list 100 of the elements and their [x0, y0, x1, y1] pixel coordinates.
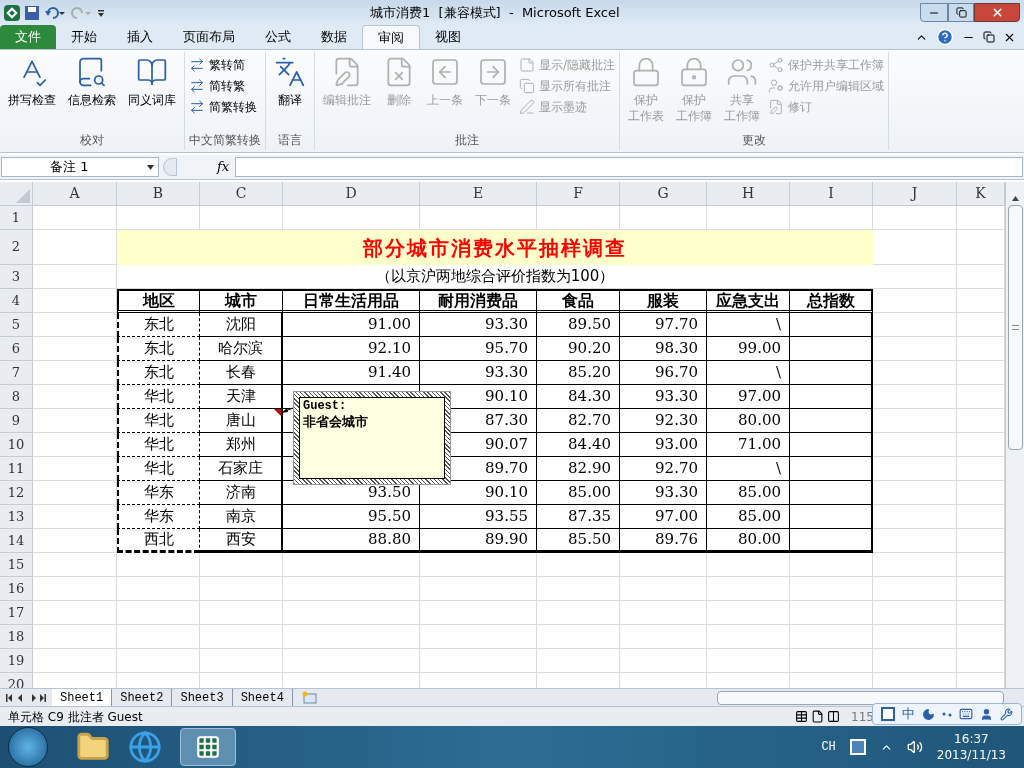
table-cell[interactable]: 石家庄	[200, 457, 283, 481]
table-cell[interactable]: 99.00	[707, 337, 790, 361]
minimize-button[interactable]	[920, 3, 948, 22]
formula-splitter-icon[interactable]	[163, 158, 177, 176]
table-cell[interactable]	[790, 481, 873, 505]
table-cell[interactable]: 92.70	[620, 457, 707, 481]
table-cell[interactable]	[790, 433, 873, 457]
ribbon-button[interactable]: 简转繁	[189, 77, 257, 95]
row-header[interactable]: 13	[0, 505, 33, 529]
row-header[interactable]: 8	[0, 385, 33, 409]
row-header[interactable]: 9	[0, 409, 33, 433]
table-cell[interactable]: 85.00	[707, 505, 790, 529]
table-cell[interactable]: 长春	[200, 361, 283, 385]
ribbon-tab[interactable]: 页面布局	[168, 25, 250, 49]
row-header[interactable]: 3	[0, 265, 33, 289]
table-cell[interactable]: 88.80	[283, 529, 420, 553]
table-cell[interactable]: 93.00	[620, 433, 707, 457]
row-header[interactable]: 1	[0, 206, 33, 230]
table-cell[interactable]: 82.90	[537, 457, 620, 481]
sheet-nav-icon[interactable]	[6, 693, 46, 702]
close-button[interactable]	[974, 3, 1020, 22]
column-header[interactable]: D	[283, 182, 420, 206]
table-cell[interactable]: 南京	[200, 505, 283, 529]
table-cell[interactable]: 华北	[117, 409, 200, 433]
table-cell[interactable]: 东北	[117, 361, 200, 385]
keyboard-icon[interactable]	[959, 707, 974, 721]
ribbon-tab[interactable]: 数据	[306, 25, 362, 49]
table-cell[interactable]: 85.20	[537, 361, 620, 385]
table-cell[interactable]: 唐山	[200, 409, 283, 433]
table-cell[interactable]: 89.90	[420, 529, 537, 553]
ribbon-button[interactable]: 信息检索	[64, 56, 120, 130]
table-cell[interactable]: \	[707, 313, 790, 337]
table-cell[interactable]: 东北	[117, 313, 200, 337]
vertical-scrollbar-thumb[interactable]	[1007, 205, 1023, 450]
ime-mode[interactable]: 中	[901, 704, 915, 724]
row-header[interactable]: 16	[0, 577, 33, 601]
table-cell[interactable]: 96.70	[620, 361, 707, 385]
normal-view-icon[interactable]	[795, 710, 809, 723]
table-cell[interactable]: 93.30	[420, 361, 537, 385]
table-cell[interactable]	[790, 313, 873, 337]
table-cell[interactable]: \	[707, 457, 790, 481]
table-cell[interactable]: 82.70	[537, 409, 620, 433]
table-cell[interactable]: 93.30	[420, 313, 537, 337]
table-cell[interactable]: 哈尔滨	[200, 337, 283, 361]
table-cell[interactable]	[790, 457, 873, 481]
wrench-icon[interactable]	[1000, 707, 1014, 721]
table-cell[interactable]: 91.40	[283, 361, 420, 385]
table-cell[interactable]: \	[707, 361, 790, 385]
table-cell[interactable]: 90.20	[537, 337, 620, 361]
table-cell[interactable]: 85.50	[537, 529, 620, 553]
table-cell[interactable]: 87.35	[537, 505, 620, 529]
row-header[interactable]: 5	[0, 313, 33, 337]
name-box[interactable]: 备注 1	[1, 157, 159, 177]
ribbon-button[interactable]: 简繁转换	[189, 98, 257, 116]
page-layout-icon[interactable]	[811, 710, 825, 723]
table-cell[interactable]: 西安	[200, 529, 283, 553]
table-cell[interactable]: 天津	[200, 385, 283, 409]
table-cell[interactable]: 93.30	[620, 481, 707, 505]
ribbon-tab[interactable]: 开始	[56, 25, 112, 49]
dropdown-icon[interactable]	[147, 164, 154, 170]
moon-icon[interactable]	[921, 707, 935, 721]
undo-icon[interactable]	[44, 4, 66, 21]
help-icon[interactable]	[936, 28, 954, 46]
clock-date[interactable]: 2013/11/13	[936, 747, 1006, 763]
row-header[interactable]: 19	[0, 649, 33, 673]
table-cell[interactable]: 80.00	[707, 409, 790, 433]
row-header[interactable]: 18	[0, 625, 33, 649]
comment-tooltip[interactable]: Guest: 非省会城市	[293, 391, 451, 485]
table-cell[interactable]: 沈阳	[200, 313, 283, 337]
table-cell[interactable]: 93.55	[420, 505, 537, 529]
table-cell[interactable]: 80.00	[707, 529, 790, 553]
table-cell[interactable]: 郑州	[200, 433, 283, 457]
column-header[interactable]: I	[790, 182, 873, 206]
column-header[interactable]: G	[620, 182, 707, 206]
table-cell[interactable]: 95.70	[420, 337, 537, 361]
table-cell[interactable]: 89.76	[620, 529, 707, 553]
row-header[interactable]: 15	[0, 553, 33, 577]
scroll-up-icon[interactable]	[1011, 196, 1019, 201]
column-header[interactable]: A	[33, 182, 117, 206]
table-cell[interactable]: 98.30	[620, 337, 707, 361]
row-header[interactable]: 17	[0, 601, 33, 625]
table-cell[interactable]: 93.30	[620, 385, 707, 409]
sheet-tab[interactable]: Sheet1	[52, 689, 113, 706]
table-cell[interactable]: 91.00	[283, 313, 420, 337]
column-header[interactable]: C	[200, 182, 283, 206]
user-icon[interactable]	[980, 707, 994, 721]
column-header[interactable]: J	[873, 182, 957, 206]
table-cell[interactable]: 97.70	[620, 313, 707, 337]
clock-time[interactable]: 16:37	[954, 731, 989, 747]
table-cell[interactable]	[790, 385, 873, 409]
start-button[interactable]	[8, 727, 48, 767]
row-header[interactable]: 10	[0, 433, 33, 457]
page-break-icon[interactable]	[827, 710, 841, 723]
table-cell[interactable]: 89.50	[537, 313, 620, 337]
table-cell[interactable]: 85.00	[707, 481, 790, 505]
ribbon-tab[interactable]: 审阅	[362, 25, 420, 49]
row-header[interactable]: 20	[0, 673, 33, 688]
table-cell[interactable]: 97.00	[620, 505, 707, 529]
row-header[interactable]: 7	[0, 361, 33, 385]
table-cell[interactable]: 华东	[117, 481, 200, 505]
